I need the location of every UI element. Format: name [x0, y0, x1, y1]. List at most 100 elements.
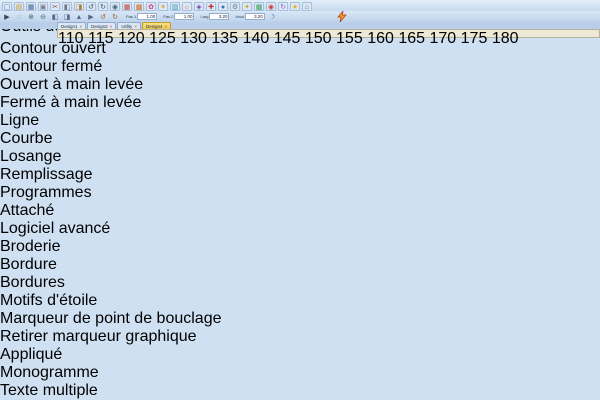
document-tab[interactable]: Utility ×: [117, 22, 141, 29]
ruler-number: 115: [87, 30, 114, 47]
horizontal-ruler: 110 115 120 125 130 135 140 145 150 155 …: [57, 29, 600, 47]
toolbar-icon[interactable]: ↺: [98, 12, 108, 21]
ruler-number: 110: [58, 30, 84, 47]
tool-item[interactable]: Retirer marqueur graphique: [0, 328, 600, 346]
ruler-number: 155: [336, 30, 363, 47]
star-icon[interactable]: ☆: [350, 12, 357, 21]
tab-close-icon[interactable]: ×: [164, 24, 167, 29]
tool-item[interactable]: Motifs d'étoile: [0, 292, 600, 310]
tab-label: Design2: [91, 23, 108, 29]
ruler-number: 160: [367, 30, 394, 47]
document-tab[interactable]: Design2 ×: [87, 22, 117, 29]
moon-icon[interactable]: ☽: [267, 12, 277, 21]
numeric-field[interactable]: 1.00: [174, 13, 195, 20]
toolbar-icon[interactable]: ✦: [242, 1, 252, 11]
toolbar-icon[interactable]: ▩: [254, 1, 264, 11]
tool-item[interactable]: Broderie: [0, 238, 600, 256]
tool-item[interactable]: Fermé à main levée: [0, 94, 600, 112]
toolbar-icon[interactable]: ◨: [62, 12, 72, 21]
numeric-field[interactable]: 3.20: [209, 13, 230, 20]
toolbar-icon[interactable]: ⌂: [302, 1, 312, 11]
toolbar-icon[interactable]: ⊕: [26, 12, 36, 21]
tool-item[interactable]: Programmes: [0, 184, 600, 202]
toolbar-icon[interactable]: ▦: [122, 1, 132, 11]
toolbar-icon[interactable]: ◉: [266, 1, 276, 11]
toolbar-icon[interactable]: ◧: [62, 1, 72, 11]
tool-item[interactable]: Logiciel avancé: [0, 220, 600, 238]
toolbar-icon[interactable]: ↻: [278, 1, 288, 11]
tool-item[interactable]: Bordure: [0, 256, 600, 274]
document-tab[interactable]: Design1 ×: [57, 22, 87, 29]
field-label: Pas 2: [163, 14, 174, 19]
ruler-number: 170: [429, 30, 457, 47]
tool-item[interactable]: Contour fermé: [0, 58, 600, 76]
tool-item[interactable]: Bordures: [0, 274, 600, 292]
tool-item[interactable]: Losange: [0, 148, 600, 166]
toolbar-icon[interactable]: ✿: [146, 1, 156, 11]
field-group: Pas 2 1.00: [163, 13, 195, 20]
ruler-number: 140: [242, 30, 270, 47]
toolbar-icon[interactable]: ✶: [158, 1, 168, 11]
field-group: Pas 1 1.00: [126, 13, 158, 20]
toolbar-icon[interactable]: ↻: [98, 1, 108, 11]
toolbar-icon[interactable]: ▦: [26, 1, 36, 11]
field-label: Pas 1: [126, 14, 137, 19]
toolbar-icon[interactable]: ▶: [86, 12, 96, 21]
ruler-number: 130: [180, 30, 207, 47]
tool-item[interactable]: Marqueur de point de bouclage: [0, 310, 600, 328]
toolbar-icon[interactable]: ▣: [38, 1, 48, 11]
tab-close-icon[interactable]: ×: [110, 24, 113, 29]
tool-list-bottom: Texte multiple: [0, 382, 600, 400]
tab-close-icon[interactable]: ×: [80, 24, 83, 29]
edit-toolbar: ▶ ◌ ⊕ ⊖ ◧ ◨ ▲ ▶ ↺ ↻ Pas 1 1.00 Pas 2 1.0…: [0, 11, 600, 22]
toolbar-icon[interactable]: ★: [290, 1, 300, 11]
toolbar-icon[interactable]: ↺: [86, 1, 96, 11]
document-tabbar: Design1 × Design2 × Utility × Design4 ×: [0, 22, 600, 29]
tool-item[interactable]: Appliqué: [0, 346, 600, 364]
lightning-icon[interactable]: [337, 11, 347, 22]
toolbar-icon[interactable]: ◨: [74, 1, 84, 11]
tool-item[interactable]: Remplissage: [0, 166, 600, 184]
toolbar-icon[interactable]: ▨: [170, 1, 180, 11]
toolbar-icon[interactable]: ▢: [2, 1, 12, 11]
field-group: Larg 3.20: [200, 13, 230, 20]
ruler-number: 125: [149, 30, 176, 47]
toolbar-icon[interactable]: ⚙: [230, 1, 240, 11]
toolbar-icon[interactable]: ↻: [110, 12, 120, 21]
toolbar-icon[interactable]: ◉: [110, 1, 120, 11]
tool-item[interactable]: Texte multiple: [0, 382, 600, 400]
tool-item[interactable]: Monogramme: [0, 364, 600, 382]
tool-item[interactable]: Ouvert à main levée: [0, 76, 600, 94]
tool-list-selected: Appliqué Monogramme: [0, 346, 600, 382]
numeric-field[interactable]: 3.20: [244, 13, 265, 20]
toolbar-icon[interactable]: ▲: [74, 12, 84, 21]
toolbar-icon[interactable]: ▩: [134, 1, 144, 11]
ruler-number: 150: [304, 30, 332, 47]
tool-item[interactable]: Ligne: [0, 112, 600, 130]
tab-label: Design4: [145, 23, 163, 29]
toolbar-icon[interactable]: ⊖: [38, 12, 48, 21]
tab-close-icon[interactable]: ×: [134, 24, 137, 29]
toolbar-icon[interactable]: ●: [218, 1, 228, 11]
numeric-field[interactable]: 1.00: [137, 13, 158, 20]
toolbar-icon[interactable]: ◈: [194, 1, 204, 11]
field-label: Larg: [200, 14, 209, 19]
tool-item[interactable]: Courbe: [0, 130, 600, 148]
tool-panel: Outils de remplissage Contour ouvert Con…: [0, 18, 600, 400]
toolbar-icon[interactable]: ✚: [206, 1, 216, 11]
main-toolbar: ▢ ▤ ▦ ▣ ✂ ◧ ◨ ↺ ↻ ◉ ▦ ▩ ✿ ✶ ▨ ☼ ◈ ✚ ● ⚙ …: [0, 0, 600, 11]
tool-item[interactable]: Attaché: [0, 202, 600, 220]
toolbar-icon[interactable]: ▤: [14, 1, 24, 11]
toolbar-icon[interactable]: ✂: [50, 1, 60, 11]
toolbar-icon[interactable]: ◧: [50, 12, 60, 21]
transform-tools: ▶ ◌ ⊕ ⊖ ◧ ◨ ▲ ▶ ↺ ↻: [2, 12, 120, 21]
ruler-number: 135: [211, 30, 239, 47]
toolbar-icon[interactable]: ◌: [14, 12, 24, 21]
ruler-number: 165: [398, 30, 426, 47]
toolbar-icon[interactable]: ▶: [2, 12, 12, 21]
toolbar-icon[interactable]: ☼: [182, 1, 192, 11]
document-tab[interactable]: Design4 ×: [141, 22, 172, 29]
tab-label: Utility: [121, 23, 133, 29]
field-group: Haut 3.20: [235, 13, 265, 20]
ruler-number: 120: [117, 30, 145, 47]
